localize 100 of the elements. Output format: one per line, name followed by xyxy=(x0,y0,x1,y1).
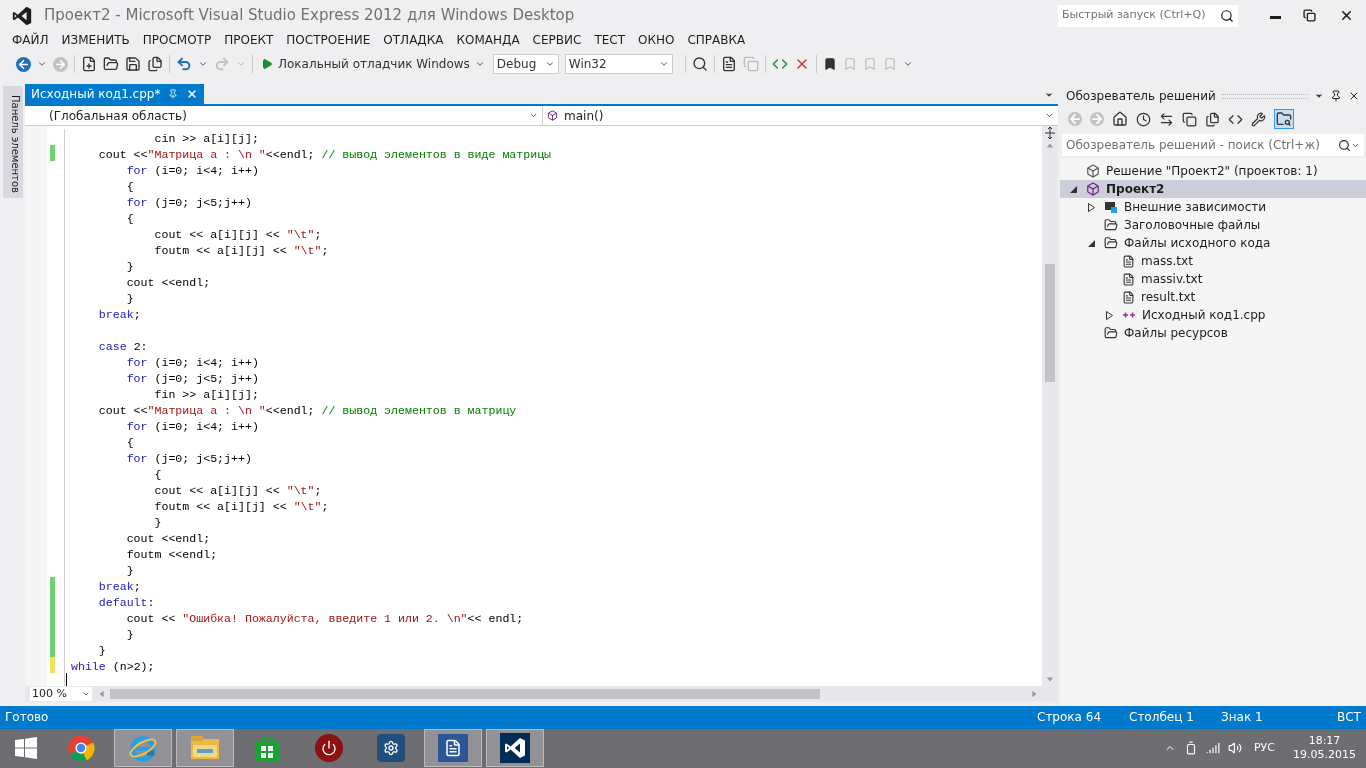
configuration-dropdown[interactable]: Debug xyxy=(492,54,559,75)
properties-icon[interactable] xyxy=(1251,111,1266,127)
zoom-dropdown[interactable]: 100 % xyxy=(30,687,92,701)
solution-search-field[interactable]: Обозреватель решений - поиск (Ctrl+ж) xyxy=(1062,134,1364,156)
code-line: { xyxy=(125,212,134,225)
language-indicator[interactable]: РУС xyxy=(1254,740,1275,757)
code-line: { xyxy=(125,180,134,193)
code-line: cout <<endl; xyxy=(125,276,211,289)
code-line: cin >> a[i][j]; xyxy=(153,132,259,145)
code-line: cout << a[i][j] << "\t"; xyxy=(153,228,322,241)
column-number: Столбец 1 xyxy=(1129,709,1195,727)
document-icon[interactable] xyxy=(720,56,737,73)
tree-item-label: massiv.txt xyxy=(1141,271,1203,288)
code-line: break; xyxy=(97,580,141,593)
menu-item[interactable]: ТЕСТ xyxy=(588,31,632,50)
tree-item-label: Заголовочные файлы xyxy=(1124,217,1261,234)
code-line: break; xyxy=(97,308,141,321)
new-file-icon[interactable] xyxy=(81,56,97,73)
tree-item[interactable]: massiv.txt xyxy=(1060,270,1366,288)
code-line: foutm << a[i][j] << "\t"; xyxy=(153,500,329,513)
menu-item[interactable]: ФАЙЛ xyxy=(6,31,55,50)
save-all-icon[interactable] xyxy=(147,56,163,73)
toolbox-tab[interactable]: Панель элементов xyxy=(2,86,23,198)
vs-logo-icon xyxy=(11,4,33,27)
taskbar-app-button[interactable] xyxy=(424,729,482,768)
clock[interactable]: 18:17 19.05.2015 xyxy=(1293,734,1356,763)
cpp-file-icon xyxy=(1122,310,1136,320)
bookmark-icon[interactable] xyxy=(822,57,837,72)
collapsed-arrow-icon[interactable] xyxy=(1088,202,1095,212)
menu-item[interactable]: ИЗМЕНИТЬ xyxy=(55,31,136,50)
open-folder-icon[interactable] xyxy=(103,56,119,73)
close-icon[interactable] xyxy=(1348,90,1360,102)
back-icon[interactable] xyxy=(16,56,31,72)
project-icon xyxy=(1086,182,1100,196)
preview-icon[interactable] xyxy=(1274,109,1294,129)
chrome-icon xyxy=(66,733,96,764)
code-line: { xyxy=(125,436,134,449)
browser-e-icon xyxy=(128,733,158,764)
show-all-files-icon[interactable] xyxy=(1205,111,1220,127)
expanded-arrow-icon[interactable] xyxy=(1088,239,1095,247)
splitter-icon[interactable] xyxy=(1045,127,1055,139)
dropdown-caret-icon xyxy=(1045,111,1054,120)
tree-item[interactable]: Решение "Проект2" (проектов: 1) xyxy=(1060,162,1366,180)
undo-icon[interactable] xyxy=(176,56,192,73)
menu-item[interactable]: СЕРВИС xyxy=(526,31,588,50)
tree-item-label: Исходный код1.cpp xyxy=(1142,307,1266,324)
tree-item[interactable]: result.txt xyxy=(1060,288,1366,306)
save-icon[interactable] xyxy=(125,56,141,73)
collapse-all-icon[interactable] xyxy=(1182,111,1197,127)
tree-item[interactable]: Внешние зависимости xyxy=(1060,198,1366,216)
code-line: } xyxy=(125,292,134,305)
find-icon[interactable] xyxy=(691,56,708,73)
dropdown-caret-icon[interactable] xyxy=(1314,91,1324,101)
volume-icon[interactable] xyxy=(1228,741,1242,756)
menu-item[interactable]: ПРОЕКТ xyxy=(218,31,280,50)
collapsed-arrow-icon[interactable] xyxy=(1106,310,1113,320)
code-line: for (j=0; j<5;j++) xyxy=(125,196,252,209)
member-dropdown[interactable]: main() xyxy=(543,106,1058,125)
tree-item[interactable]: Проект2 xyxy=(1060,180,1366,198)
folder-icon xyxy=(1104,218,1118,232)
store-bag-icon xyxy=(254,734,280,763)
quick-launch-field[interactable]: Быстрый запуск (Ctrl+Q) xyxy=(1058,4,1238,27)
dropdown-caret-icon[interactable] xyxy=(1044,90,1054,100)
scrollbar-thumb[interactable] xyxy=(110,689,820,699)
battery-icon[interactable] xyxy=(1184,741,1198,756)
menu-item[interactable]: СПРАВКА xyxy=(681,31,752,50)
vertical-scrollbar[interactable] xyxy=(1042,126,1058,686)
sync-icon[interactable] xyxy=(1159,111,1174,127)
tree-item[interactable]: Исходный код1.cpp xyxy=(1060,306,1366,324)
signal-icon[interactable] xyxy=(1206,741,1220,756)
menu-item[interactable]: КОМАНДА xyxy=(450,31,526,50)
dropdown-caret-icon xyxy=(82,690,90,698)
tree-item[interactable]: Файлы исходного кода xyxy=(1060,234,1366,252)
home-icon[interactable] xyxy=(1112,111,1128,127)
scrollbar-thumb[interactable] xyxy=(1045,264,1055,382)
scope-dropdown[interactable]: (Глобальная область) xyxy=(25,106,543,125)
status-message: Готово xyxy=(5,709,49,727)
menu-item[interactable]: ОТЛАДКА xyxy=(377,31,450,50)
platform-dropdown[interactable]: Win32 xyxy=(564,54,673,75)
menu-item[interactable]: ПРОСМОТР xyxy=(136,31,218,50)
code-line: fin >> a[i][j]; xyxy=(153,388,259,401)
code-line: while (n>2); xyxy=(71,660,155,673)
folder-icon xyxy=(1104,236,1118,250)
clock-icon[interactable] xyxy=(1136,111,1151,127)
code-line: foutm <<endl; xyxy=(125,548,218,561)
window-title: Проект2 - Microsoft Visual Studio Express 2012 для Windows Desktop xyxy=(44,5,575,27)
tree-item[interactable]: Файлы ресурсов xyxy=(1060,324,1366,342)
menu-item[interactable]: ОКНО xyxy=(632,31,681,50)
taskbar-app-button[interactable] xyxy=(486,729,544,768)
tree-item[interactable]: Заголовочные файлы xyxy=(1060,216,1366,234)
tree-item-label: mass.txt xyxy=(1141,253,1193,270)
tree-item[interactable]: mass.txt xyxy=(1060,252,1366,270)
expanded-arrow-icon[interactable] xyxy=(1070,185,1077,193)
file-icon xyxy=(1122,272,1135,286)
start-debugging-button[interactable]: Локальный отладчик Windows xyxy=(259,54,487,75)
code-line: } xyxy=(97,644,106,657)
pin-icon[interactable] xyxy=(1330,90,1342,102)
menu-item[interactable]: ПОСТРОЕНИЕ xyxy=(280,31,377,50)
code-line: cout <<"Матрица а : \n "<<endl; // вывод элементов в матрицу xyxy=(97,404,517,417)
tree-item-label: result.txt xyxy=(1141,289,1196,306)
